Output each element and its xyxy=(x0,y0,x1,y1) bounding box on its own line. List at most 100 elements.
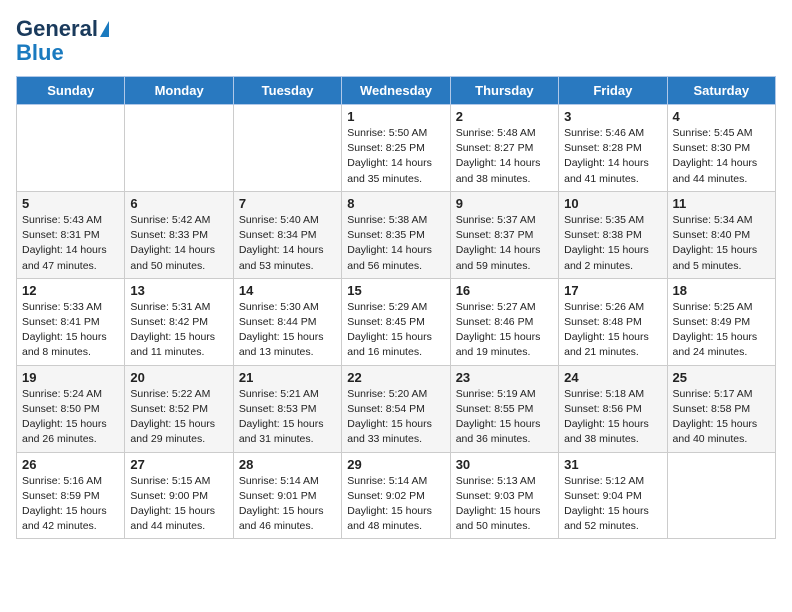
calendar-cell: 17 Sunrise: 5:26 AM Sunset: 8:48 PM Dayli… xyxy=(559,278,667,365)
day-info: Sunrise: 5:34 AM Sunset: 8:40 PM Dayligh… xyxy=(673,213,770,274)
day-info: Sunrise: 5:24 AM Sunset: 8:50 PM Dayligh… xyxy=(22,387,119,448)
day-number: 26 xyxy=(22,457,119,472)
calendar-cell: 25Sunrise: 5:17 AM Sunset: 8:58 PM Dayli… xyxy=(667,365,775,452)
day-number: 24 xyxy=(564,370,661,385)
logo-blue: Blue xyxy=(16,42,64,64)
day-number: 21 xyxy=(239,370,336,385)
day-number: 22 xyxy=(347,370,444,385)
day-info: Sunrise: 5:13 AM Sunset: 9:03 PM Dayligh… xyxy=(456,474,553,535)
col-header-monday: Monday xyxy=(125,77,233,105)
calendar-cell: 18 Sunrise: 5:25 AM Sunset: 8:49 PM Dayli… xyxy=(667,278,775,365)
day-info: Sunrise: 5:27 AM Sunset: 8:46 PM Dayligh… xyxy=(456,300,553,361)
day-number: 18 xyxy=(673,283,770,298)
calendar-cell: 16 Sunrise: 5:27 AM Sunset: 8:46 PM Dayli… xyxy=(450,278,558,365)
day-number: 4 xyxy=(673,109,770,124)
day-number: 30 xyxy=(456,457,553,472)
col-header-tuesday: Tuesday xyxy=(233,77,341,105)
calendar-cell: 19 Sunrise: 5:24 AM Sunset: 8:50 PM Dayli… xyxy=(17,365,125,452)
page-header: General Blue xyxy=(16,16,776,64)
calendar-cell: 29Sunrise: 5:14 AM Sunset: 9:02 PM Dayli… xyxy=(342,452,450,539)
day-info: Sunrise: 5:35 AM Sunset: 8:38 PM Dayligh… xyxy=(564,213,661,274)
col-header-thursday: Thursday xyxy=(450,77,558,105)
day-number: 5 xyxy=(22,196,119,211)
day-info: Sunrise: 5:46 AM Sunset: 8:28 PM Dayligh… xyxy=(564,126,661,187)
calendar-cell: 10Sunrise: 5:35 AM Sunset: 8:38 PM Dayli… xyxy=(559,191,667,278)
calendar-cell: 6 Sunrise: 5:42 AM Sunset: 8:33 PM Daylig… xyxy=(125,191,233,278)
calendar-cell xyxy=(233,105,341,192)
day-number: 6 xyxy=(130,196,227,211)
calendar-week-row: 5Sunrise: 5:43 AM Sunset: 8:31 PM Daylig… xyxy=(17,191,776,278)
calendar-week-row: 19 Sunrise: 5:24 AM Sunset: 8:50 PM Dayli… xyxy=(17,365,776,452)
day-info: Sunrise: 5:22 AM Sunset: 8:52 PM Dayligh… xyxy=(130,387,227,448)
day-number: 8 xyxy=(347,196,444,211)
day-number: 31 xyxy=(564,457,661,472)
logo-general: General xyxy=(16,16,98,42)
col-header-saturday: Saturday xyxy=(667,77,775,105)
day-number: 25 xyxy=(673,370,770,385)
calendar-header-row: SundayMondayTuesdayWednesdayThursdayFrid… xyxy=(17,77,776,105)
day-number: 17 xyxy=(564,283,661,298)
day-number: 3 xyxy=(564,109,661,124)
logo: General Blue xyxy=(16,16,109,64)
day-info: Sunrise: 5:37 AM Sunset: 8:37 PM Dayligh… xyxy=(456,213,553,274)
day-number: 13 xyxy=(130,283,227,298)
day-number: 28 xyxy=(239,457,336,472)
calendar-cell: 4Sunrise: 5:45 AM Sunset: 8:30 PM Daylig… xyxy=(667,105,775,192)
day-info: Sunrise: 5:18 AM Sunset: 8:56 PM Dayligh… xyxy=(564,387,661,448)
day-info: Sunrise: 5:42 AM Sunset: 8:33 PM Dayligh… xyxy=(130,213,227,274)
day-info: Sunrise: 5:50 AM Sunset: 8:25 PM Dayligh… xyxy=(347,126,444,187)
calendar-cell: 27Sunrise: 5:15 AM Sunset: 9:00 PM Dayli… xyxy=(125,452,233,539)
day-info: Sunrise: 5:12 AM Sunset: 9:04 PM Dayligh… xyxy=(564,474,661,535)
day-number: 9 xyxy=(456,196,553,211)
calendar-cell: 24 Sunrise: 5:18 AM Sunset: 8:56 PM Dayli… xyxy=(559,365,667,452)
day-number: 14 xyxy=(239,283,336,298)
calendar-cell: 12 Sunrise: 5:33 AM Sunset: 8:41 PM Dayli… xyxy=(17,278,125,365)
calendar-cell: 3 Sunrise: 5:46 AM Sunset: 8:28 PM Daylig… xyxy=(559,105,667,192)
day-number: 11 xyxy=(673,196,770,211)
day-number: 15 xyxy=(347,283,444,298)
calendar-cell: 2Sunrise: 5:48 AM Sunset: 8:27 PM Daylig… xyxy=(450,105,558,192)
col-header-wednesday: Wednesday xyxy=(342,77,450,105)
calendar-cell: 15 Sunrise: 5:29 AM Sunset: 8:45 PM Dayli… xyxy=(342,278,450,365)
day-number: 2 xyxy=(456,109,553,124)
day-info: Sunrise: 5:33 AM Sunset: 8:41 PM Dayligh… xyxy=(22,300,119,361)
day-info: Sunrise: 5:40 AM Sunset: 8:34 PM Dayligh… xyxy=(239,213,336,274)
calendar-cell: 21Sunrise: 5:21 AM Sunset: 8:53 PM Dayli… xyxy=(233,365,341,452)
calendar-cell: 20 Sunrise: 5:22 AM Sunset: 8:52 PM Dayli… xyxy=(125,365,233,452)
day-info: Sunrise: 5:14 AM Sunset: 9:01 PM Dayligh… xyxy=(239,474,336,535)
day-info: Sunrise: 5:16 AM Sunset: 8:59 PM Dayligh… xyxy=(22,474,119,535)
day-info: Sunrise: 5:25 AM Sunset: 8:49 PM Dayligh… xyxy=(673,300,770,361)
calendar-cell: 22 Sunrise: 5:20 AM Sunset: 8:54 PM Dayli… xyxy=(342,365,450,452)
calendar-cell: 9 Sunrise: 5:37 AM Sunset: 8:37 PM Daylig… xyxy=(450,191,558,278)
calendar-week-row: 1 Sunrise: 5:50 AM Sunset: 8:25 PM Daylig… xyxy=(17,105,776,192)
col-header-friday: Friday xyxy=(559,77,667,105)
day-info: Sunrise: 5:31 AM Sunset: 8:42 PM Dayligh… xyxy=(130,300,227,361)
day-number: 16 xyxy=(456,283,553,298)
calendar-cell: 28 Sunrise: 5:14 AM Sunset: 9:01 PM Dayli… xyxy=(233,452,341,539)
day-info: Sunrise: 5:19 AM Sunset: 8:55 PM Dayligh… xyxy=(456,387,553,448)
day-info: Sunrise: 5:26 AM Sunset: 8:48 PM Dayligh… xyxy=(564,300,661,361)
calendar-cell xyxy=(17,105,125,192)
day-number: 20 xyxy=(130,370,227,385)
calendar-cell: 5Sunrise: 5:43 AM Sunset: 8:31 PM Daylig… xyxy=(17,191,125,278)
calendar-cell: 26 Sunrise: 5:16 AM Sunset: 8:59 PM Dayli… xyxy=(17,452,125,539)
day-number: 19 xyxy=(22,370,119,385)
day-number: 1 xyxy=(347,109,444,124)
calendar-cell: 23 Sunrise: 5:19 AM Sunset: 8:55 PM Dayli… xyxy=(450,365,558,452)
calendar-cell: 11 Sunrise: 5:34 AM Sunset: 8:40 PM Dayli… xyxy=(667,191,775,278)
calendar-cell: 8 Sunrise: 5:38 AM Sunset: 8:35 PM Daylig… xyxy=(342,191,450,278)
calendar-cell: 30 Sunrise: 5:13 AM Sunset: 9:03 PM Dayli… xyxy=(450,452,558,539)
day-info: Sunrise: 5:20 AM Sunset: 8:54 PM Dayligh… xyxy=(347,387,444,448)
day-number: 23 xyxy=(456,370,553,385)
col-header-sunday: Sunday xyxy=(17,77,125,105)
calendar-cell: 1 Sunrise: 5:50 AM Sunset: 8:25 PM Daylig… xyxy=(342,105,450,192)
calendar-week-row: 12 Sunrise: 5:33 AM Sunset: 8:41 PM Dayli… xyxy=(17,278,776,365)
calendar-week-row: 26 Sunrise: 5:16 AM Sunset: 8:59 PM Dayli… xyxy=(17,452,776,539)
day-info: Sunrise: 5:14 AM Sunset: 9:02 PM Dayligh… xyxy=(347,474,444,535)
day-number: 12 xyxy=(22,283,119,298)
calendar-cell: 14Sunrise: 5:30 AM Sunset: 8:44 PM Dayli… xyxy=(233,278,341,365)
day-number: 27 xyxy=(130,457,227,472)
day-info: Sunrise: 5:29 AM Sunset: 8:45 PM Dayligh… xyxy=(347,300,444,361)
calendar-cell xyxy=(125,105,233,192)
day-info: Sunrise: 5:38 AM Sunset: 8:35 PM Dayligh… xyxy=(347,213,444,274)
